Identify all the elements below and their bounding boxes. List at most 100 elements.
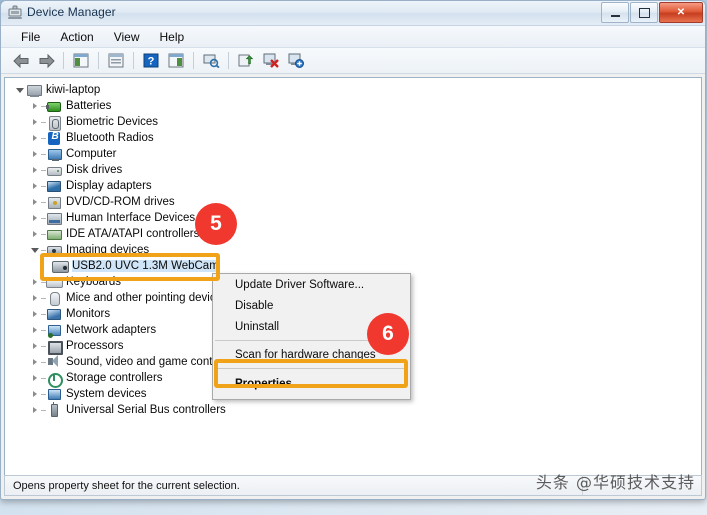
tree-item-label: System devices [66, 388, 147, 400]
enable-device-icon [288, 53, 304, 68]
help-button[interactable]: ? [139, 49, 163, 72]
expand-arrow-icon[interactable] [30, 293, 41, 304]
tree-item-batteries[interactable]: Batteries [5, 98, 701, 114]
expand-arrow-icon[interactable] [30, 357, 41, 368]
tree-item-computer[interactable]: Computer [5, 146, 701, 162]
maximize-button[interactable] [630, 2, 658, 23]
tree-item-disk-drives[interactable]: Disk drives [5, 162, 701, 178]
toolbar-separator [98, 52, 99, 69]
expand-arrow-icon[interactable] [30, 341, 41, 352]
uninstall-device-button[interactable] [259, 49, 283, 72]
storage-controller-icon [46, 371, 63, 388]
tree-item-label: Disk drives [66, 164, 123, 176]
tree-item-biometric-devices[interactable]: Biometric Devices [5, 114, 701, 131]
usb-controller-icon [46, 401, 62, 418]
ctx-disable[interactable]: Disable [213, 295, 410, 316]
ide-controller-icon [46, 227, 62, 242]
processor-icon [46, 339, 63, 355]
expand-arrow-icon[interactable] [30, 229, 41, 240]
tree-item-bluetooth-radios[interactable]: Bluetooth Radios [5, 130, 701, 146]
tree-item-label: Monitors [66, 308, 111, 320]
step-badge-5-number: 5 [210, 212, 222, 235]
expand-arrow-icon[interactable] [30, 213, 41, 224]
right-arrow-icon [39, 53, 55, 68]
uninstall-red-x-icon [263, 53, 279, 68]
ctx-update-driver-software[interactable]: Update Driver Software... [213, 274, 410, 295]
forward-button[interactable] [34, 49, 58, 72]
monitor-icon [46, 307, 62, 322]
webcam-device-label: USB2.0 UVC 1.3M WebCam [72, 260, 219, 272]
bluetooth-icon [46, 131, 62, 146]
battery-icon [46, 99, 62, 114]
toolbar-separator [63, 52, 64, 69]
computer-icon [26, 83, 42, 98]
expand-arrow-icon[interactable] [30, 325, 41, 336]
webcam-device-row[interactable]: USB2.0 UVC 1.3M WebCam [5, 258, 701, 274]
tree-item-imaging-devices[interactable]: Imaging devices [5, 242, 701, 258]
expand-arrow-icon[interactable] [30, 245, 41, 256]
sound-device-icon [46, 354, 62, 370]
ctx-properties[interactable]: Properties [213, 372, 410, 395]
expand-arrow-icon[interactable] [30, 181, 41, 192]
device-tree-panel[interactable]: kiwi-laptop Batteries Biometric Devices … [4, 77, 702, 495]
device-manager-window: Device Manager ✕ File Action View Help ?… [0, 0, 706, 500]
hid-icon [46, 211, 62, 226]
expand-arrow-icon[interactable] [30, 165, 41, 176]
scan-icon [203, 54, 220, 68]
expand-arrow-icon[interactable] [30, 405, 41, 416]
tree-item-universal-serial-bus-controllers[interactable]: Universal Serial Bus controllers [5, 401, 701, 418]
expand-arrow-icon[interactable] [30, 309, 41, 320]
minimize-button[interactable] [601, 2, 629, 23]
menu-file[interactable]: File [12, 28, 49, 46]
device-manager-icon [7, 5, 23, 21]
tree-item-label: Mice and other pointing devices [66, 292, 228, 304]
tree-root-kiwi-laptop[interactable]: kiwi-laptop [5, 82, 701, 98]
step-badge-5: 5 [195, 203, 237, 245]
scan-hardware-changes-button[interactable] [199, 49, 223, 72]
window-controls: ✕ [601, 2, 703, 23]
tree-root-label: kiwi-laptop [46, 84, 101, 96]
tree-item-label: Universal Serial Bus controllers [66, 404, 226, 416]
system-device-icon [46, 387, 62, 402]
expand-arrow-icon[interactable] [30, 101, 41, 112]
tree-item-label: Storage controllers [66, 372, 163, 384]
tree-item-display-adapters[interactable]: Display adapters [5, 178, 701, 194]
tree-item-label: Processors [66, 340, 124, 352]
menu-view[interactable]: View [105, 28, 149, 46]
enable-device-button[interactable] [284, 49, 308, 72]
expand-arrow-icon[interactable] [30, 117, 41, 128]
expand-arrow-icon[interactable] [30, 277, 41, 288]
show-hide-console-tree-button[interactable] [69, 49, 93, 72]
maximize-icon [638, 7, 650, 18]
toolbar-separator [228, 52, 229, 69]
menu-help[interactable]: Help [151, 28, 194, 46]
watermark-text: 头条 @华硕技术支持 [535, 473, 695, 492]
back-button[interactable] [9, 49, 33, 72]
mouse-icon [46, 291, 62, 306]
svg-text:?: ? [148, 56, 155, 68]
update-driver-icon [238, 54, 254, 67]
properties-icon [108, 53, 124, 68]
step-badge-6-number: 6 [382, 322, 394, 345]
expand-arrow-icon[interactable] [30, 389, 41, 400]
step-badge-6: 6 [367, 313, 409, 355]
question-mark-icon: ? [143, 53, 159, 68]
show-hide-action-pane-button[interactable] [164, 49, 188, 72]
expand-arrow-icon[interactable] [15, 85, 26, 96]
update-driver-button[interactable] [234, 49, 258, 72]
tree-item-ide-ata-atapi-controllers[interactable]: IDE ATA/ATAPI controllers [5, 226, 701, 242]
expand-arrow-icon[interactable] [30, 133, 41, 144]
toolbar: ? [1, 48, 705, 74]
expand-arrow-icon[interactable] [30, 197, 41, 208]
tree-item-label: Batteries [66, 100, 112, 112]
tree-panel-icon [73, 53, 89, 68]
close-button[interactable]: ✕ [659, 2, 703, 23]
expand-arrow-icon[interactable] [30, 373, 41, 384]
tree-item-dvd-cdrom-drives[interactable]: DVD/CD-ROM drives [5, 194, 701, 210]
tree-item-label: Human Interface Devices [66, 212, 196, 224]
tree-item-human-interface-devices[interactable]: Human Interface Devices [5, 210, 701, 226]
menu-action[interactable]: Action [51, 28, 102, 46]
properties-button[interactable] [104, 49, 128, 72]
expand-arrow-icon[interactable] [30, 149, 41, 160]
computer-node-icon [46, 147, 62, 162]
